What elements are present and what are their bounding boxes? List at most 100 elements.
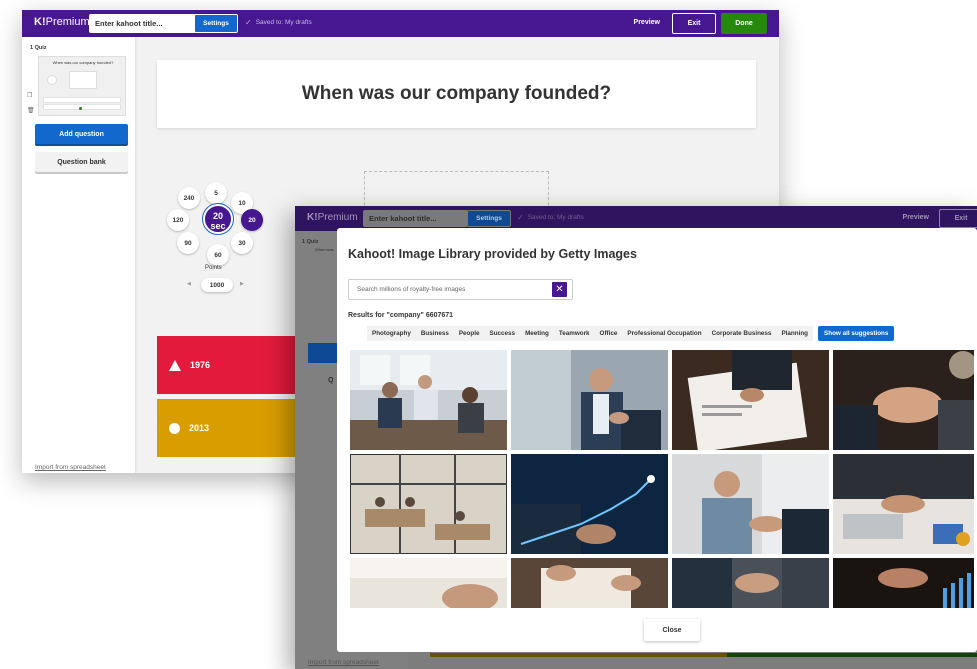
suggestion-chip[interactable]: Photography <box>367 326 416 341</box>
suggestion-chip[interactable]: Meeting <box>520 326 554 341</box>
image-result[interactable] <box>350 350 507 450</box>
kahoot-logo: K!Premium <box>307 212 358 223</box>
kahoot-logo[interactable]: K!Premium <box>34 16 90 28</box>
triangle-icon <box>169 359 181 371</box>
points-selector[interactable]: 1000 <box>201 278 233 292</box>
timer-selected-unit: sec <box>210 221 226 231</box>
suggestion-chip[interactable]: Corporate Business <box>706 326 777 341</box>
thumbnail-question-text: When was our company founded? <box>52 60 114 65</box>
exit-button[interactable]: Exit <box>672 13 716 34</box>
suggestion-chip[interactable]: People <box>453 326 485 341</box>
suggestion-chip[interactable]: Office <box>594 326 623 341</box>
image-result[interactable] <box>833 454 974 554</box>
photo-office-window <box>350 558 507 608</box>
photo-team-meeting <box>350 350 507 450</box>
suggestion-chip[interactable]: Planning <box>776 326 814 341</box>
suggestion-chips: Photography Business People Success Meet… <box>367 326 895 341</box>
delete-icon[interactable]: 🗑 <box>27 107 35 114</box>
add-question-button[interactable]: Add question <box>35 124 128 144</box>
settings-button: Settings <box>467 210 511 227</box>
saved-status: ✓ Saved to: My drafts <box>517 214 584 222</box>
exit-button: Exit <box>939 209 977 228</box>
show-all-suggestions-button[interactable]: Show all suggestions <box>818 326 895 341</box>
clear-search-icon[interactable]: ✕ <box>552 282 567 297</box>
suggestion-chip[interactable]: Professional Occupation <box>622 326 707 341</box>
image-result[interactable] <box>511 350 668 450</box>
suggestion-chip[interactable]: Teamwork <box>553 326 595 341</box>
photo-growth-graph <box>511 454 668 554</box>
answer-option-2[interactable]: 2013 <box>157 399 307 457</box>
thumbnail-answer-bar <box>43 104 121 110</box>
question-bank-button-dimmed: Q <box>328 377 334 384</box>
timer-option-240[interactable]: 240 <box>178 187 200 209</box>
photo-signing-documents <box>511 558 668 608</box>
points-increase-icon[interactable]: ▶ <box>240 281 244 287</box>
saved-status-text: Saved to: My drafts <box>255 19 312 26</box>
points-label: Points <box>205 265 222 271</box>
time-limit-picker: 5 10 20 30 60 90 120 240 20 sec Points ◀… <box>167 173 265 303</box>
image-result[interactable] <box>511 454 668 554</box>
done-button[interactable]: Done <box>721 13 767 34</box>
answer-text: 2013 <box>189 423 210 433</box>
saved-status: ✓ Saved to: My drafts <box>245 19 312 27</box>
timer-option-90[interactable]: 90 <box>177 232 199 254</box>
timer-option-30[interactable]: 30 <box>231 232 253 254</box>
timer-selected[interactable]: 20 sec <box>202 203 234 235</box>
import-spreadsheet-link: Import from spreadsheet <box>308 659 379 666</box>
image-results-grid <box>350 350 974 608</box>
image-library-modal: Kahoot! Image Library provided by Getty … <box>337 228 977 652</box>
question-thumbnail[interactable]: When was our company founded? <box>38 56 126 116</box>
timer-option-60[interactable]: 60 <box>207 244 229 266</box>
timer-option-20[interactable]: 20 <box>241 209 263 231</box>
question-title-field[interactable]: When was our company founded? <box>157 60 756 128</box>
question-sidebar: 1 Quiz When was our company founded? ❐ 🗑… <box>22 37 135 473</box>
image-library-window: K!Premium Settings ✓ Saved to: My drafts… <box>295 206 977 669</box>
logo-mark: K! <box>34 16 46 28</box>
image-result[interactable] <box>833 558 974 608</box>
image-result[interactable] <box>350 454 507 554</box>
answer-text: 1976 <box>190 360 211 370</box>
image-result[interactable] <box>350 558 507 608</box>
timer-option-5[interactable]: 5 <box>205 182 227 204</box>
close-button[interactable]: Close <box>644 619 700 641</box>
image-result[interactable] <box>672 558 829 608</box>
photo-paperwork-desk <box>672 350 829 450</box>
image-result[interactable] <box>511 558 668 608</box>
preview-button: Preview <box>902 214 929 221</box>
photo-open-office <box>350 454 507 554</box>
preview-button[interactable]: Preview <box>634 19 660 26</box>
thumbnail-answer-bar <box>43 97 121 103</box>
answer-strip-green <box>727 653 977 657</box>
kahoot-title-input <box>363 210 468 227</box>
photo-handshake-closeup <box>833 350 974 450</box>
logo-premium-text: Premium <box>317 212 358 223</box>
photo-finance-chart <box>833 558 974 608</box>
checkmark-icon: ✓ <box>245 18 252 27</box>
image-result[interactable] <box>672 454 829 554</box>
circle-icon <box>169 422 180 434</box>
image-search-input[interactable] <box>348 279 573 300</box>
image-result[interactable] <box>833 350 974 450</box>
question-list-label: 1 Quiz <box>302 239 319 245</box>
suggestion-chip[interactable]: Business <box>415 326 454 341</box>
image-result[interactable] <box>672 350 829 450</box>
modal-title: Kahoot! Image Library provided by Getty … <box>348 247 637 261</box>
question-list-label: 1 Quiz <box>30 45 47 51</box>
thumbnail-question-text: When was <box>315 247 334 252</box>
photo-handshake-suits <box>672 558 829 608</box>
import-spreadsheet-link[interactable]: Import from spreadsheet <box>35 464 106 471</box>
points-decrease-icon[interactable]: ◀ <box>187 281 191 287</box>
timer-selected-value: 20 <box>212 211 223 221</box>
suggestion-chip[interactable]: Success <box>484 326 521 341</box>
logo-premium-text: Premium <box>45 16 90 28</box>
answer-option-1[interactable]: 1976 <box>157 336 307 394</box>
photo-smiling-handshake <box>672 454 829 554</box>
logo-mark: K! <box>307 212 318 223</box>
duplicate-icon[interactable]: ❐ <box>27 92 32 99</box>
kahoot-title-input[interactable] <box>89 14 196 33</box>
answer-strip-yellow <box>430 653 727 657</box>
timer-option-120[interactable]: 120 <box>167 209 189 231</box>
thumbnail-image-placeholder <box>69 71 97 89</box>
settings-button[interactable]: Settings <box>194 14 238 33</box>
question-bank-button[interactable]: Question bank <box>35 152 128 172</box>
